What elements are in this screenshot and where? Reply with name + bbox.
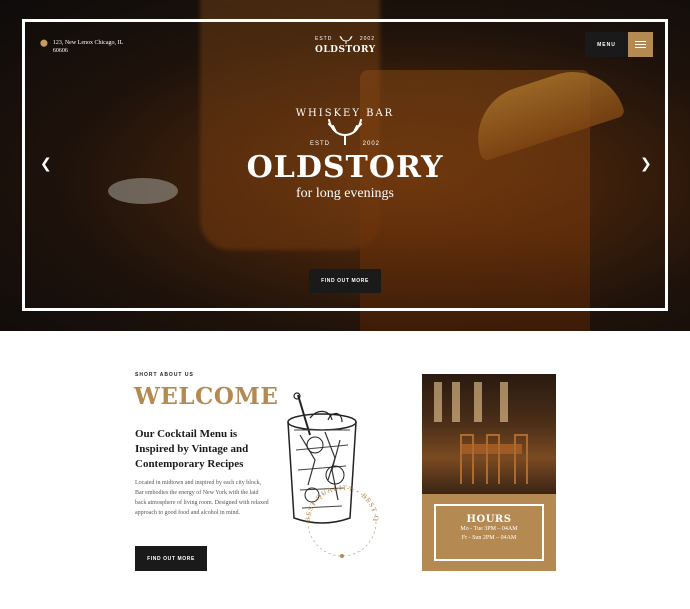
hero-subtitle: WHISKEY BAR bbox=[295, 108, 395, 119]
address-text: 123, New Lenox Chicago, IL 60606 bbox=[52, 40, 123, 54]
bar-interior-photo bbox=[422, 374, 556, 494]
logo-year: 2002 bbox=[359, 36, 375, 42]
hero-slider: ⬤ 123, New Lenox Chicago, IL 60606 ESTD … bbox=[0, 0, 690, 331]
antlers-icon bbox=[339, 36, 353, 44]
about-eyebrow: SHORT ABOUT US bbox=[135, 372, 194, 378]
location-pin-icon: ⬤ bbox=[40, 39, 48, 47]
hours-box: HOURS Mo - Tue 3PM – 04AM Fr - Sun 2PM –… bbox=[422, 494, 556, 571]
hero-estd: ESTD bbox=[310, 141, 331, 147]
logo-estd: ESTD bbox=[315, 36, 333, 42]
menu-button[interactable]: MENU bbox=[585, 32, 628, 57]
quality-badge-text: BEST QUALITY · BEST QUALITY bbox=[280, 390, 380, 522]
site-logo[interactable]: ESTD 2002 OLDSTORY bbox=[315, 36, 375, 55]
hours-title: HOURS bbox=[466, 514, 512, 525]
hamburger-icon bbox=[635, 41, 646, 42]
chevron-right-icon[interactable]: ❯ bbox=[640, 156, 652, 172]
hero-content: WHISKEY BAR ESTD 2002 OLDSTORY for long … bbox=[245, 108, 445, 202]
about-find-out-more-button[interactable]: FIND OUT MORE bbox=[135, 546, 207, 571]
chevron-left-icon[interactable]: ❮ bbox=[40, 156, 52, 172]
logo-estd-row: ESTD 2002 bbox=[315, 36, 375, 44]
logo-name: OLDSTORY bbox=[315, 45, 376, 55]
address-block: ⬤ 123, New Lenox Chicago, IL 60606 bbox=[40, 39, 133, 55]
hours-line-1: Mo - Tue 3PM – 04AM bbox=[460, 526, 518, 532]
hero-year: 2002 bbox=[362, 141, 380, 147]
cocktail-sketch-illustration: BEST QUALITY · BEST QUALITY bbox=[280, 390, 380, 558]
hours-line-2: Fr - Sun 2PM – 04AM bbox=[461, 535, 517, 541]
hero-title: OLDSTORY bbox=[246, 150, 444, 185]
hamburger-button[interactable] bbox=[628, 32, 653, 57]
about-title: WELCOME bbox=[134, 383, 279, 410]
hero-find-out-more-button[interactable]: FIND OUT MORE bbox=[309, 269, 381, 293]
about-body: Located in midtown and inspired by each … bbox=[135, 480, 269, 516]
about-heading: Our Cocktail Menu is Inspired by Vintage… bbox=[135, 428, 249, 470]
hours-frame: HOURS Mo - Tue 3PM – 04AM Fr - Sun 2PM –… bbox=[434, 504, 544, 561]
hero-tagline: for long evenings bbox=[296, 186, 394, 201]
